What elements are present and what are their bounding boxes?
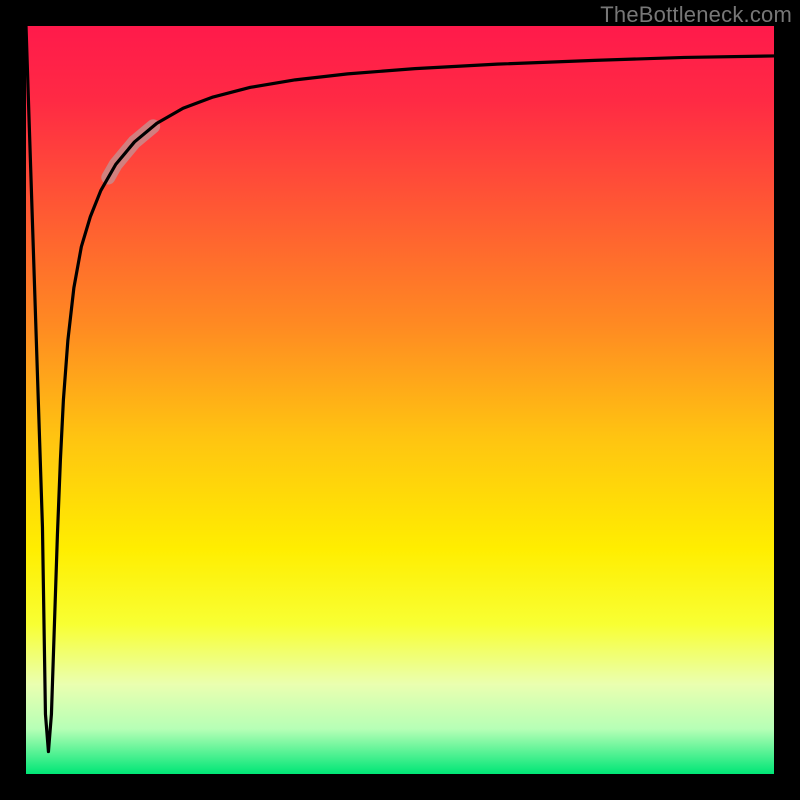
chart-container: TheBottleneck.com <box>0 0 800 800</box>
watermark-text: TheBottleneck.com <box>600 2 792 28</box>
chart-svg <box>0 0 800 800</box>
